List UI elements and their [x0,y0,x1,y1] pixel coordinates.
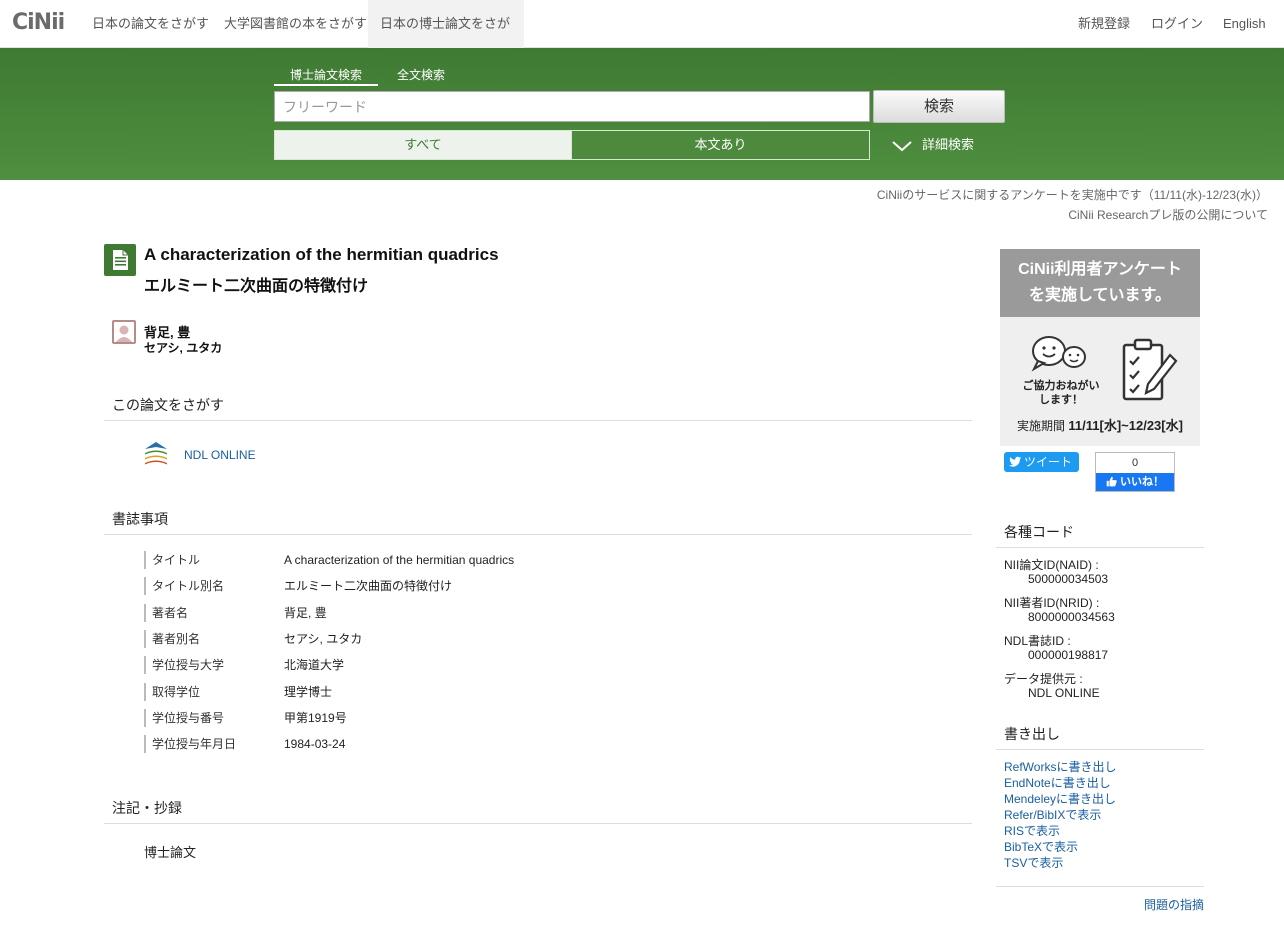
section-heading-export: 書き出し [996,724,1204,750]
export-link[interactable]: EndNoteに書き出し [1004,774,1111,791]
like-count: 0 [1131,457,1139,469]
code-value: 500000034503 [1028,572,1109,586]
biblio-row: 著者名 背足, 豊 [144,603,944,622]
section-heading-search-this: この論文をさがす [104,395,972,421]
clipboard-checklist-icon [1122,338,1178,401]
biblio-row: 学位授与年月日 1984-03-24 [144,735,944,754]
survey-banner[interactable]: CiNii利用者アンケート を実施しています。 ご協力おねがい します！ 実施期… [1000,249,1200,446]
sidebar-divider [996,886,1204,887]
survey-banner-bubble-text: ご協力おねがい します！ [1016,379,1106,407]
twitter-bird-icon [1009,456,1022,467]
biblio-field-label: 学位授与番号 [144,708,224,727]
export-link[interactable]: Mendeleyに書き出し [1004,790,1116,807]
article-title-english: A characterization of the hermitian quad… [144,245,499,264]
tweet-button[interactable]: ツイート [1004,452,1079,472]
survey-banner-bubble-line1: ご協力おねがい [1022,380,1100,392]
document-icon [104,244,136,276]
search-button[interactable]: 検索 [873,90,1005,123]
biblio-field-value: 背足, 豊 [284,605,327,620]
survey-period-label: 実施期間 [1017,419,1066,433]
nav-university-library-books[interactable]: 大学図書館の本をさがす [212,0,379,48]
code-label: NDL書誌ID : [1004,634,1071,648]
chevron-down-icon [892,140,912,151]
export-link[interactable]: RefWorksに書き出し [1004,758,1116,775]
export-link[interactable]: TSVで表示 [1004,854,1063,871]
top-navigation: CiNii 日本の論文をさがす 大学図書館の本をさがす 日本の博士論文をさがす … [0,0,1284,79]
section-heading-bibliography: 書誌事項 [104,509,972,535]
survey-period: 実施期間 11/11[水]~12/23[水] [1000,415,1200,434]
code-value: 8000000034563 [1028,610,1115,624]
biblio-row: タイトル別名 エルミート二次曲面の特徴付け [144,577,944,596]
biblio-field-label: タイトル [144,551,200,569]
tab-dissertation-search[interactable]: 博士論文検索 [274,66,378,86]
biblio-row: 学位授与大学 北海道大学 [144,656,944,675]
code-label: NII著者ID(NRID) : [1004,596,1100,610]
register-link[interactable]: 新規登録 [1066,0,1142,48]
report-problem-link[interactable]: 問題の指摘 [1144,896,1204,913]
language-link[interactable]: English [1211,0,1278,48]
facebook-like-widget[interactable]: 0 いいね！ [1095,452,1175,492]
biblio-field-label: 学位授与年月日 [144,735,236,754]
biblio-field-label: 著者名 [144,603,188,622]
thumbs-up-icon [1106,476,1117,487]
biblio-field-label: 取得学位 [144,682,200,701]
advanced-search-toggle[interactable]: 詳細検索 [892,134,974,156]
biblio-field-value: A characterization of the hermitian quad… [284,553,515,567]
section-heading-notes: 注記・抄録 [104,798,972,824]
like-button[interactable]: いいね！ [1096,473,1174,491]
survey-banner-header: CiNii利用者アンケート を実施しています。 [1000,249,1200,317]
advanced-search-label: 詳細検索 [922,137,975,152]
search-input[interactable] [274,91,870,122]
filter-fulltext[interactable]: 本文あり [571,130,870,160]
biblio-field-value: セアシ, ユタカ [284,631,363,646]
biblio-field-label: 著者別名 [144,629,200,648]
code-label: データ提供元 : [1004,672,1083,686]
nav-doctoral-dissertations[interactable]: 日本の博士論文をさがす [368,0,524,79]
tweet-label: ツイート [1024,455,1073,469]
survey-banner-line2: を実施しています。 [1029,287,1171,304]
filter-all[interactable]: すべて [274,130,572,160]
biblio-field-value: 理学博士 [284,684,333,699]
tab-fulltext-search[interactable]: 全文検索 [390,66,452,86]
section-heading-codes: 各種コード [996,522,1204,548]
like-label: いいね！ [1120,476,1164,488]
biblio-row: 取得学位 理学博士 [144,682,944,701]
biblio-field-value: 北海道大学 [284,658,345,673]
research-preview-notice-link[interactable]: CiNii Researchプレ版の公開について [1068,206,1268,223]
search-band: 博士論文検索 全文検索 検索 すべて 本文あり 詳細検索 [0,48,1284,180]
survey-banner-line1: CiNii利用者アンケート [1018,261,1182,278]
export-link[interactable]: Refer/BibIXで表示 [1004,806,1101,823]
ndl-online-icon [144,441,168,467]
ndl-online-link[interactable]: NDL ONLINE [184,448,256,462]
code-value: NDL ONLINE [1028,686,1100,700]
survey-notice-link[interactable]: CiNiiのサービスに関するアンケートを実施中です（11/11(水)-12/23… [877,186,1268,203]
login-link[interactable]: ログイン [1139,0,1215,48]
nav-japanese-papers[interactable]: 日本の論文をさがす [80,0,221,48]
biblio-field-value: エルミート二次曲面の特徴付け [284,579,453,594]
biblio-row: タイトル A characterization of the hermitian … [144,551,944,569]
survey-banner-bubble-line2: します！ [1039,394,1083,406]
article-title-japanese: エルミート二次曲面の特徴付け [144,278,369,295]
biblio-field-label: タイトル別名 [144,577,224,596]
author-name-kana: セアシ, ユタカ [144,341,223,355]
author-avatar-icon [112,320,136,344]
code-value: 000000198817 [1028,648,1109,662]
biblio-field-value: 甲第1919号 [284,710,347,725]
biblio-row: 著者別名 セアシ, ユタカ [144,629,944,648]
biblio-row: 学位授与番号 甲第1919号 [144,708,944,727]
notes-value: 博士論文 [144,845,197,860]
biblio-field-value: 1984-03-24 [284,737,346,752]
export-link[interactable]: BibTeXで表示 [1004,838,1078,855]
code-label: NII論文ID(NAID) : [1004,558,1099,572]
export-link[interactable]: RISで表示 [1004,822,1060,839]
survey-period-dates: 11/11[水]~12/23[水] [1068,418,1183,433]
biblio-field-label: 学位授与大学 [144,656,224,675]
chat-bubble-icon [1031,336,1086,372]
cinii-logo[interactable]: CiNii [12,10,65,35]
